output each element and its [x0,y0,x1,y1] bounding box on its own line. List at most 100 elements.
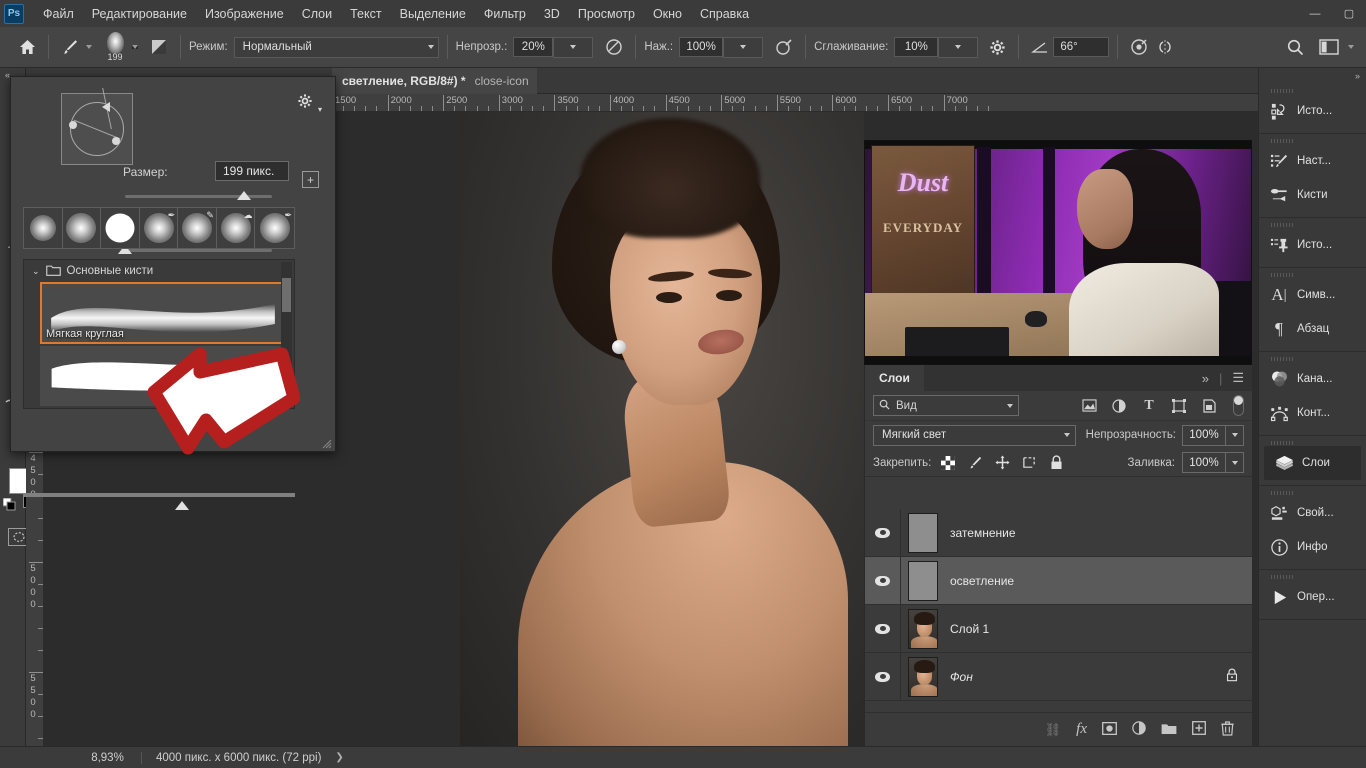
layer-style-fx-icon[interactable]: fx [1076,721,1087,738]
sidebar-item-actions[interactable]: Опер... [1259,580,1366,614]
brush-size-slider-knob[interactable] [237,191,251,200]
brush-hardness-slider-track[interactable] [125,249,272,252]
menu-item-help[interactable]: Справка [691,3,758,25]
layer-name[interactable]: затемнение [950,526,1016,540]
tablet-pressure-icon[interactable] [1126,34,1152,60]
panel-grip[interactable] [1259,137,1366,144]
lock-all-icon[interactable] [1046,453,1066,473]
shape-filter-icon[interactable] [1167,395,1191,417]
sidebar-item-info[interactable]: Инфо [1259,530,1366,564]
sidebar-item-channels[interactable]: Кана... [1259,362,1366,396]
layer-name[interactable]: Слой 1 [950,622,989,636]
panel-grip[interactable] [1259,271,1366,278]
panel-grip[interactable] [1259,573,1366,580]
layer-name[interactable]: осветление [950,574,1014,588]
lock-image-icon[interactable] [965,453,985,473]
menu-item-view[interactable]: Просмотр [569,3,644,25]
brush-tip-angle-control[interactable] [61,87,133,165]
layer-name[interactable]: Фон [950,670,973,684]
chevron-right-icon[interactable]: ❯ [335,752,343,763]
layer-fill-input[interactable]: 100% [1182,452,1226,473]
filter-toggle-switch[interactable] [1233,395,1244,416]
airbrush-icon[interactable] [771,34,797,60]
opacity-input[interactable]: 20% [513,37,554,57]
brush-preset-picker[interactable]: ▾ + Размер: 199 пикс. Жесткость: 0% ✒ ✎ … [10,76,336,510]
search-icon[interactable] [1282,34,1308,60]
menu-item-image[interactable]: Изображение [196,3,293,25]
panel-grip[interactable] [1259,489,1366,496]
brush-list-size-slider-track[interactable] [23,493,295,497]
link-layers-icon[interactable]: ⛓ [1045,722,1062,738]
panel-resize-grip[interactable] [320,436,332,449]
layer-blend-mode-select[interactable]: Мягкий свет [873,424,1076,446]
smartobject-filter-icon[interactable] [1197,395,1221,417]
reset-colors-icon[interactable] [2,497,18,516]
layer-fill-stepper[interactable] [1226,452,1244,473]
maximize-button[interactable]: ▢ [1332,0,1366,27]
type-filter-icon[interactable]: T [1137,395,1161,417]
document-tab[interactable]: светление, RGB/8#) * close-icon [332,68,537,94]
sidebar-item-history[interactable]: Исто... [1259,94,1366,128]
menu-item-select[interactable]: Выделение [391,3,475,25]
brush-tip-preset-strip[interactable]: ✒ ✎ ☁ ✒ [23,207,295,249]
collapse-arrows-icon[interactable]: » [1259,68,1366,84]
sidebar-item-brush-settings[interactable]: Наст... [1259,144,1366,178]
layer-thumbnail[interactable] [908,560,938,601]
layer-visibility-toggle[interactable] [865,653,901,700]
brush-list-size-slider-knob[interactable] [175,501,189,510]
layers-list[interactable]: затемнение осветление Слой 1 Фон [865,509,1252,712]
new-group-icon[interactable] [1161,722,1177,738]
brush-preset-list[interactable]: ⌄ Основные кисти Мягкая круглая [23,259,295,409]
brush-preset-preview[interactable]: 199 [98,30,132,64]
brush-tip-soft-round-50[interactable] [62,208,102,248]
document-image[interactable] [460,112,864,746]
table-row[interactable]: Фон [865,653,1252,701]
flow-stepper[interactable] [723,36,764,58]
menu-item-file[interactable]: Файл [34,3,83,25]
layer-thumbnail[interactable] [908,656,938,697]
menu-item-3d[interactable]: 3D [535,3,569,25]
close-icon[interactable]: close-icon [475,74,529,88]
chevron-double-right-icon[interactable]: » [1202,371,1209,386]
pressure-opacity-icon[interactable] [601,34,627,60]
lock-position-icon[interactable] [992,453,1012,473]
brush-tip-soft-round-pressure-opacity[interactable]: ✎ [178,208,217,248]
menu-item-edit[interactable]: Редактирование [83,3,196,25]
sidebar-item-character[interactable]: A | Симв... [1259,278,1366,312]
blend-mode-select[interactable]: Нормальный [233,36,439,58]
brush-tip-soft-round-30[interactable] [24,208,63,248]
brush-angle-input[interactable]: 66° [1053,37,1110,57]
adjustment-layer-icon[interactable] [1132,721,1146,738]
brush-tip-soft-round-pressure-size[interactable]: ✒ [255,208,295,248]
list-item[interactable]: Мягкая круглая [40,282,286,344]
layer-opacity-input[interactable]: 100% [1182,424,1226,446]
layers-filter-select[interactable]: Вид [873,395,1019,416]
brush-group-basic[interactable]: ⌄ Основные кисти [24,260,294,282]
lock-artboard-icon[interactable] [1019,453,1039,473]
scrollbar-thumb[interactable] [282,278,291,312]
tab-layers[interactable]: Слои [865,365,924,391]
brush-tip-hard-round-30[interactable] [101,208,140,248]
menu-item-text[interactable]: Текст [341,3,390,25]
layer-opacity-stepper[interactable] [1226,424,1244,446]
adjustment-filter-icon[interactable] [1107,395,1131,417]
table-row[interactable]: затемнение [865,509,1252,557]
home-icon[interactable] [14,34,40,60]
brush-tip-airbrush-soft-round[interactable]: ☁ [216,208,256,248]
list-item[interactable] [40,346,286,406]
layer-visibility-toggle[interactable] [865,557,901,604]
pixel-filter-icon[interactable] [1077,395,1101,417]
brush-preset-chevron-down-icon[interactable] [132,45,138,49]
sidebar-item-properties[interactable]: Свой... [1259,496,1366,530]
brush-tool-icon[interactable] [57,34,83,60]
lock-transparency-icon[interactable] [938,453,958,473]
panel-grip[interactable] [1259,87,1366,94]
flow-input[interactable]: 100% [679,37,724,57]
chevron-down-icon[interactable]: ⌄ [32,266,40,277]
smoothing-stepper[interactable] [938,36,979,58]
opacity-stepper[interactable] [553,36,594,58]
delete-layer-icon[interactable] [1221,720,1234,739]
sidebar-item-clone-source[interactable]: Исто... [1259,228,1366,262]
menu-item-window[interactable]: Окно [644,3,691,25]
symmetry-icon[interactable] [1152,34,1178,60]
